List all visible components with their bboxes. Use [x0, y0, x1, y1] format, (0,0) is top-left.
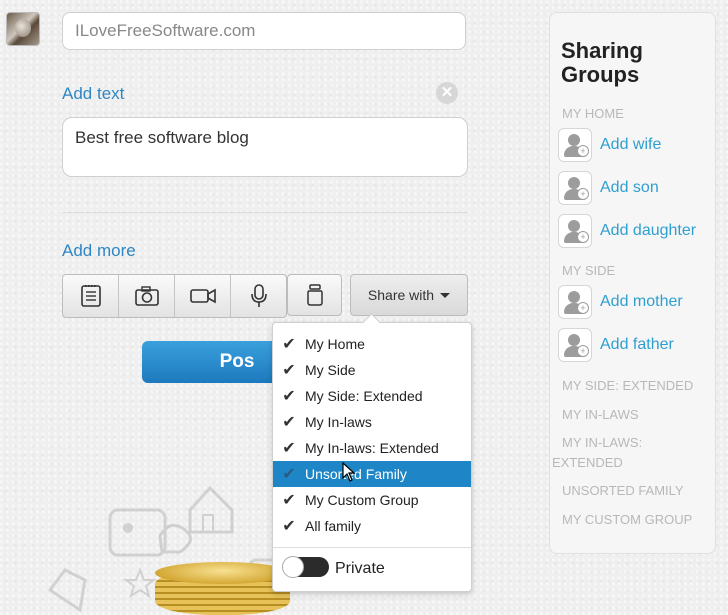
group-heading-my-in-laws-extended: MY IN-LAWS: — [562, 435, 643, 450]
microphone-icon — [250, 284, 267, 307]
add-mother-button[interactable]: + Add mother — [558, 284, 683, 320]
add-member-label: Add father — [600, 336, 674, 353]
share-option-unsorted-family[interactable]: ✔ Unsorted Family — [273, 461, 471, 487]
check-icon: ✔ — [282, 388, 296, 405]
note-button[interactable] — [63, 275, 119, 317]
share-option-label: My Side — [305, 362, 356, 378]
share-with-label: Share with — [367, 287, 435, 303]
add-member-label: Add son — [600, 179, 659, 196]
coin-stack-image — [155, 562, 290, 615]
group-heading-unsorted-family: UNSORTED FAMILY — [562, 483, 684, 498]
share-option-my-side[interactable]: ✔ My Side — [273, 357, 471, 383]
share-option-my-side-extended[interactable]: ✔ My Side: Extended — [273, 383, 471, 409]
group-heading-my-side-extended: MY SIDE: EXTENDED — [562, 378, 694, 393]
add-father-button[interactable]: + Add father — [558, 327, 674, 363]
share-option-label: All family — [305, 518, 362, 534]
video-icon — [189, 288, 216, 304]
add-daughter-button[interactable]: + Add daughter — [558, 213, 696, 249]
media-toolbar — [62, 274, 287, 318]
share-option-my-in-laws[interactable]: ✔ My In-laws — [273, 409, 471, 435]
check-icon: ✔ — [282, 518, 296, 535]
group-heading-my-side: MY SIDE — [562, 263, 616, 278]
private-label: Private — [335, 560, 385, 577]
sharing-groups-sidebar: Sharing Groups MY HOME + Add wife + Add … — [549, 12, 716, 554]
add-more-label: Add more — [62, 241, 136, 260]
add-member-label: Add mother — [600, 293, 683, 310]
note-icon — [80, 285, 101, 307]
group-heading-my-custom-group: MY CUSTOM GROUP — [562, 512, 693, 527]
share-option-my-home[interactable]: ✔ My Home — [273, 331, 471, 357]
group-heading-my-home: MY HOME — [562, 106, 624, 121]
check-icon: ✔ — [282, 466, 296, 483]
check-icon: ✔ — [282, 492, 296, 509]
jar-icon — [306, 284, 323, 306]
share-option-all-family[interactable]: ✔ All family — [273, 513, 471, 539]
mouse-cursor-icon — [342, 462, 356, 482]
sidebar-title-line: Groups — [561, 62, 640, 87]
share-option-label: My Home — [305, 336, 365, 352]
share-option-label: My In-laws: Extended — [305, 440, 439, 456]
sidebar-title-line: Sharing — [561, 38, 643, 63]
share-option-my-custom-group[interactable]: ✔ My Custom Group — [273, 487, 471, 513]
add-person-icon: + — [558, 214, 592, 248]
divider — [62, 212, 468, 213]
add-person-icon: + — [558, 171, 592, 205]
dropdown-divider — [273, 547, 471, 548]
add-person-icon: + — [558, 328, 592, 362]
share-dropdown: ✔ My Home ✔ My Side ✔ My Side: Extended … — [272, 322, 472, 592]
share-option-label: My Side: Extended — [305, 388, 423, 404]
share-option-my-in-laws-extended[interactable]: ✔ My In-laws: Extended — [273, 435, 471, 461]
check-icon: ✔ — [282, 336, 296, 353]
text-area[interactable]: Best free software blog — [62, 117, 468, 177]
toggle-knob — [282, 556, 304, 578]
close-icon[interactable]: ✕ — [436, 82, 458, 104]
add-member-label: Add daughter — [600, 222, 697, 239]
add-son-button[interactable]: + Add son — [558, 170, 659, 206]
share-option-label: My Custom Group — [305, 492, 419, 508]
group-heading-my-in-laws: MY IN-LAWS — [562, 407, 639, 422]
add-member-label: Add wife — [600, 136, 662, 153]
add-person-icon: + — [558, 128, 592, 162]
private-toggle[interactable] — [282, 556, 329, 578]
video-button[interactable] — [175, 275, 231, 317]
jar-button[interactable] — [287, 274, 342, 316]
camera-icon — [134, 286, 159, 306]
add-person-icon: + — [558, 285, 592, 319]
title-input[interactable] — [62, 12, 466, 50]
user-avatar[interactable] — [6, 12, 40, 46]
check-icon: ✔ — [282, 362, 296, 379]
check-icon: ✔ — [282, 440, 296, 457]
audio-button[interactable] — [231, 275, 286, 317]
share-option-label: My In-laws — [305, 414, 372, 430]
share-with-button[interactable]: Share with — [350, 274, 468, 316]
post-button-label: Pos — [219, 351, 255, 372]
add-text-link[interactable]: Add text — [62, 84, 124, 104]
add-wife-button[interactable]: + Add wife — [558, 127, 661, 163]
caret-down-icon — [440, 292, 451, 298]
group-heading-my-in-laws-extended-2: EXTENDED — [552, 455, 623, 470]
sidebar-title: Sharing Groups — [561, 39, 643, 87]
check-icon: ✔ — [282, 414, 296, 431]
photo-button[interactable] — [119, 275, 175, 317]
